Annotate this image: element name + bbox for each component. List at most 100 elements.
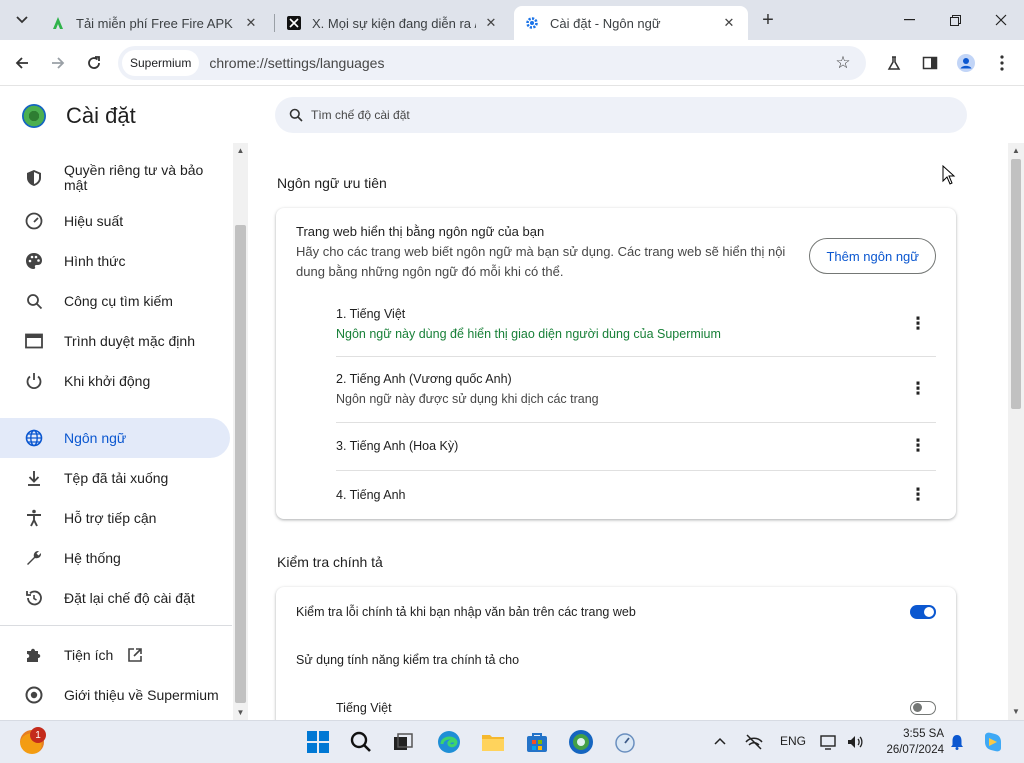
sidebar-item-system[interactable]: Hệ thống <box>0 538 230 578</box>
puzzle-icon <box>24 645 44 665</box>
row-divider <box>336 422 936 423</box>
gear-icon <box>524 15 540 31</box>
spellcheck-language-toggle[interactable] <box>910 701 936 715</box>
tab-search-chevron-icon[interactable] <box>10 8 34 32</box>
scroll-thumb[interactable] <box>235 225 246 703</box>
wrench-icon <box>24 548 44 568</box>
sidebar-item-search-engine[interactable]: Công cụ tìm kiếm <box>0 281 230 321</box>
x-icon <box>286 15 302 31</box>
language-name: 1. Tiếng Việt <box>336 307 406 321</box>
tab-x[interactable]: X. Mọi sự kiện đang diễn ra / X ✕ <box>276 6 510 40</box>
bookmark-star-icon[interactable]: ☆ <box>832 52 854 74</box>
close-window-button[interactable] <box>978 0 1024 40</box>
display-icon[interactable] <box>820 734 838 753</box>
sidebar-item-label: Quyền riêng tư và bảo mật <box>64 162 204 193</box>
back-button[interactable] <box>8 49 36 77</box>
sidebar-item-label: Hiệu suất <box>64 212 124 229</box>
supermium-logo-icon <box>24 685 44 705</box>
more-options-icon[interactable]: ⋮ <box>908 485 928 505</box>
sidebar-item-label: Công cụ tìm kiếm <box>64 292 173 309</box>
sidebar-item-extensions[interactable]: Tiện ích <box>0 635 230 675</box>
clock-date: 26/07/2024 <box>886 744 944 756</box>
scroll-down-arrow-icon[interactable]: ▼ <box>1011 707 1021 717</box>
main-scrollbar[interactable]: ▲ ▼ <box>1008 143 1024 720</box>
volume-icon[interactable] <box>846 734 864 753</box>
tab-title: Cài đặt - Ngôn ngữ <box>550 15 661 31</box>
reload-button[interactable] <box>80 49 108 77</box>
settings-brand: Cài đặt <box>22 103 136 129</box>
scroll-up-arrow-icon[interactable]: ▲ <box>1011 146 1021 156</box>
close-tab-icon[interactable]: ✕ <box>242 14 260 32</box>
taskbar-clock[interactable]: 3:55 SA 26/07/2024 <box>868 726 944 758</box>
scroll-up-arrow-icon[interactable]: ▲ <box>236 146 245 155</box>
forward-button[interactable] <box>44 49 72 77</box>
address-bar[interactable]: Supermium chrome://settings/languages ☆ <box>118 46 866 80</box>
minimize-button[interactable] <box>886 0 932 40</box>
sidebar-item-appearance[interactable]: Hình thức <box>0 241 230 281</box>
settings-sidebar: Cài đặt Quyền riêng tư và bảo mật Hiệu s… <box>0 87 248 720</box>
language-row: 1. Tiếng Việt Ngôn ngữ này dùng để hiển … <box>336 304 936 344</box>
sidebar-item-downloads[interactable]: Tệp đã tải xuống <box>0 458 230 498</box>
globe-icon <box>24 428 44 448</box>
microsoft-store-icon[interactable] <box>524 729 550 755</box>
restore-button[interactable] <box>932 0 978 40</box>
apk-green-icon <box>50 15 66 31</box>
sidebar-item-reset[interactable]: Đặt lại chế độ cài đặt <box>0 578 230 618</box>
sidebar-item-languages[interactable]: Ngôn ngữ <box>0 418 230 458</box>
languages-heading: Trang web hiển thị bằng ngôn ngữ của bạn <box>296 224 545 239</box>
languages-card: Trang web hiển thị bằng ngôn ngữ của bạn… <box>276 208 956 519</box>
close-tab-icon[interactable]: ✕ <box>720 14 738 32</box>
sidebar-item-on-startup[interactable]: Khi khởi động <box>0 361 230 401</box>
profile-avatar-icon[interactable] <box>952 49 980 77</box>
sidebar-divider <box>0 625 232 626</box>
speedometer-icon <box>24 211 44 231</box>
language-name: 3. Tiếng Anh (Hoa Kỳ) <box>336 439 459 453</box>
sidebar-item-default-browser[interactable]: Trình duyệt mặc định <box>0 321 230 361</box>
sidebar-item-performance[interactable]: Hiệu suất <box>0 201 230 241</box>
more-options-icon[interactable]: ⋮ <box>908 314 928 334</box>
sidebar-item-about[interactable]: Giới thiệu về Supermium <box>0 675 230 715</box>
show-hidden-icons-chevron-icon[interactable] <box>714 734 726 748</box>
more-options-icon[interactable]: ⋮ <box>908 436 928 456</box>
search-placeholder: Tìm chế độ cài đặt <box>311 108 410 122</box>
reset-icon <box>24 588 44 608</box>
task-view-icon[interactable] <box>390 729 416 755</box>
scroll-thumb[interactable] <box>1011 159 1021 409</box>
url-text[interactable]: chrome://settings/languages <box>209 55 384 71</box>
tab-strip: Tải miễn phí Free Fire APK cho ✕ X. Mọi … <box>0 0 1024 40</box>
sidebar-item-privacy[interactable]: Quyền riêng tư và bảo mật <box>0 157 230 199</box>
language-row: 2. Tiếng Anh (Vương quốc Anh) Ngôn ngữ n… <box>336 369 936 409</box>
more-options-icon[interactable]: ⋮ <box>908 379 928 399</box>
spellcheck-toggle[interactable] <box>910 605 936 619</box>
sidebar-item-accessibility[interactable]: Hỗ trợ tiếp cận <box>0 498 230 538</box>
sidebar-item-label: Trình duyệt mặc định <box>64 332 195 349</box>
side-panel-icon[interactable] <box>916 49 944 77</box>
tab-free-fire[interactable]: Tải miễn phí Free Fire APK cho ✕ <box>40 6 270 40</box>
supermium-taskbar-icon[interactable] <box>568 729 594 755</box>
edge-browser-icon[interactable] <box>436 729 462 755</box>
settings-search-input[interactable]: Tìm chế độ cài đặt <box>275 97 967 133</box>
site-chip[interactable]: Supermium <box>122 50 200 76</box>
tab-title: X. Mọi sự kiện đang diễn ra / X <box>312 15 476 31</box>
tab-title: Tải miễn phí Free Fire APK cho <box>76 15 236 31</box>
labs-flask-icon[interactable] <box>880 49 908 77</box>
tab-settings-languages[interactable]: Cài đặt - Ngôn ngữ ✕ <box>514 6 748 40</box>
search-icon <box>24 291 44 311</box>
network-status-icon[interactable] <box>744 734 764 753</box>
add-language-button[interactable]: Thêm ngôn ngữ <box>809 238 936 274</box>
sidebar-scrollbar[interactable]: ▲ ▼ <box>233 143 248 720</box>
menu-kebab-icon[interactable] <box>988 49 1016 77</box>
scroll-down-arrow-icon[interactable]: ▼ <box>236 708 245 717</box>
notification-bell-icon[interactable] <box>950 734 964 753</box>
language-row: 4. Tiếng Anh ⋮ <box>336 485 936 505</box>
copilot-icon[interactable] <box>980 729 1006 755</box>
file-explorer-icon[interactable] <box>480 729 506 755</box>
windows-start-icon[interactable] <box>305 729 331 755</box>
sidebar-item-label: Hệ thống <box>64 549 121 566</box>
search-icon[interactable] <box>348 729 374 755</box>
app-taskbar-icon[interactable] <box>612 729 638 755</box>
input-language-indicator[interactable]: ENG <box>780 734 806 748</box>
browser-toolbar: Supermium chrome://settings/languages ☆ <box>0 40 1024 86</box>
new-tab-button[interactable]: + <box>756 8 780 32</box>
close-tab-icon[interactable]: ✕ <box>482 14 500 32</box>
